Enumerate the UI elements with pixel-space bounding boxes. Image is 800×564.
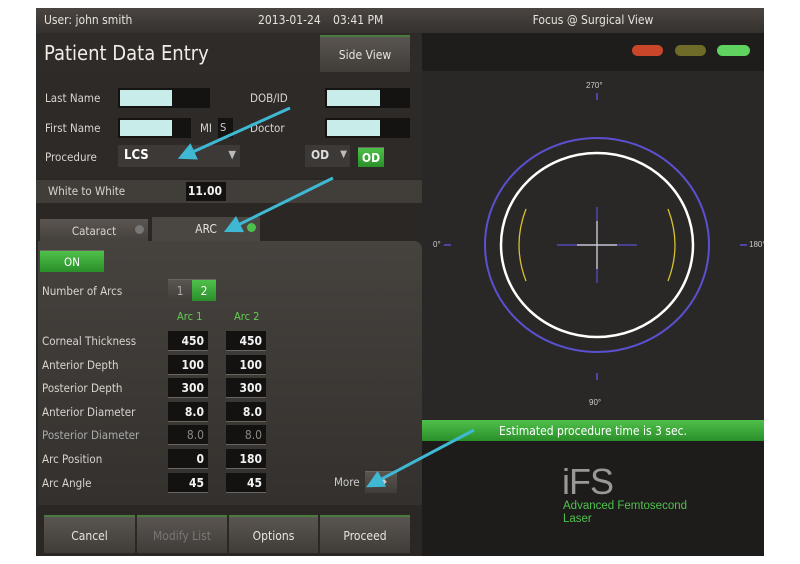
annotation-arrow-arc-tab bbox=[223, 176, 334, 233]
annotation-arrow-more bbox=[366, 428, 475, 488]
annotation-arrows bbox=[177, 106, 475, 488]
annotation-arrow-procedure bbox=[177, 106, 291, 160]
